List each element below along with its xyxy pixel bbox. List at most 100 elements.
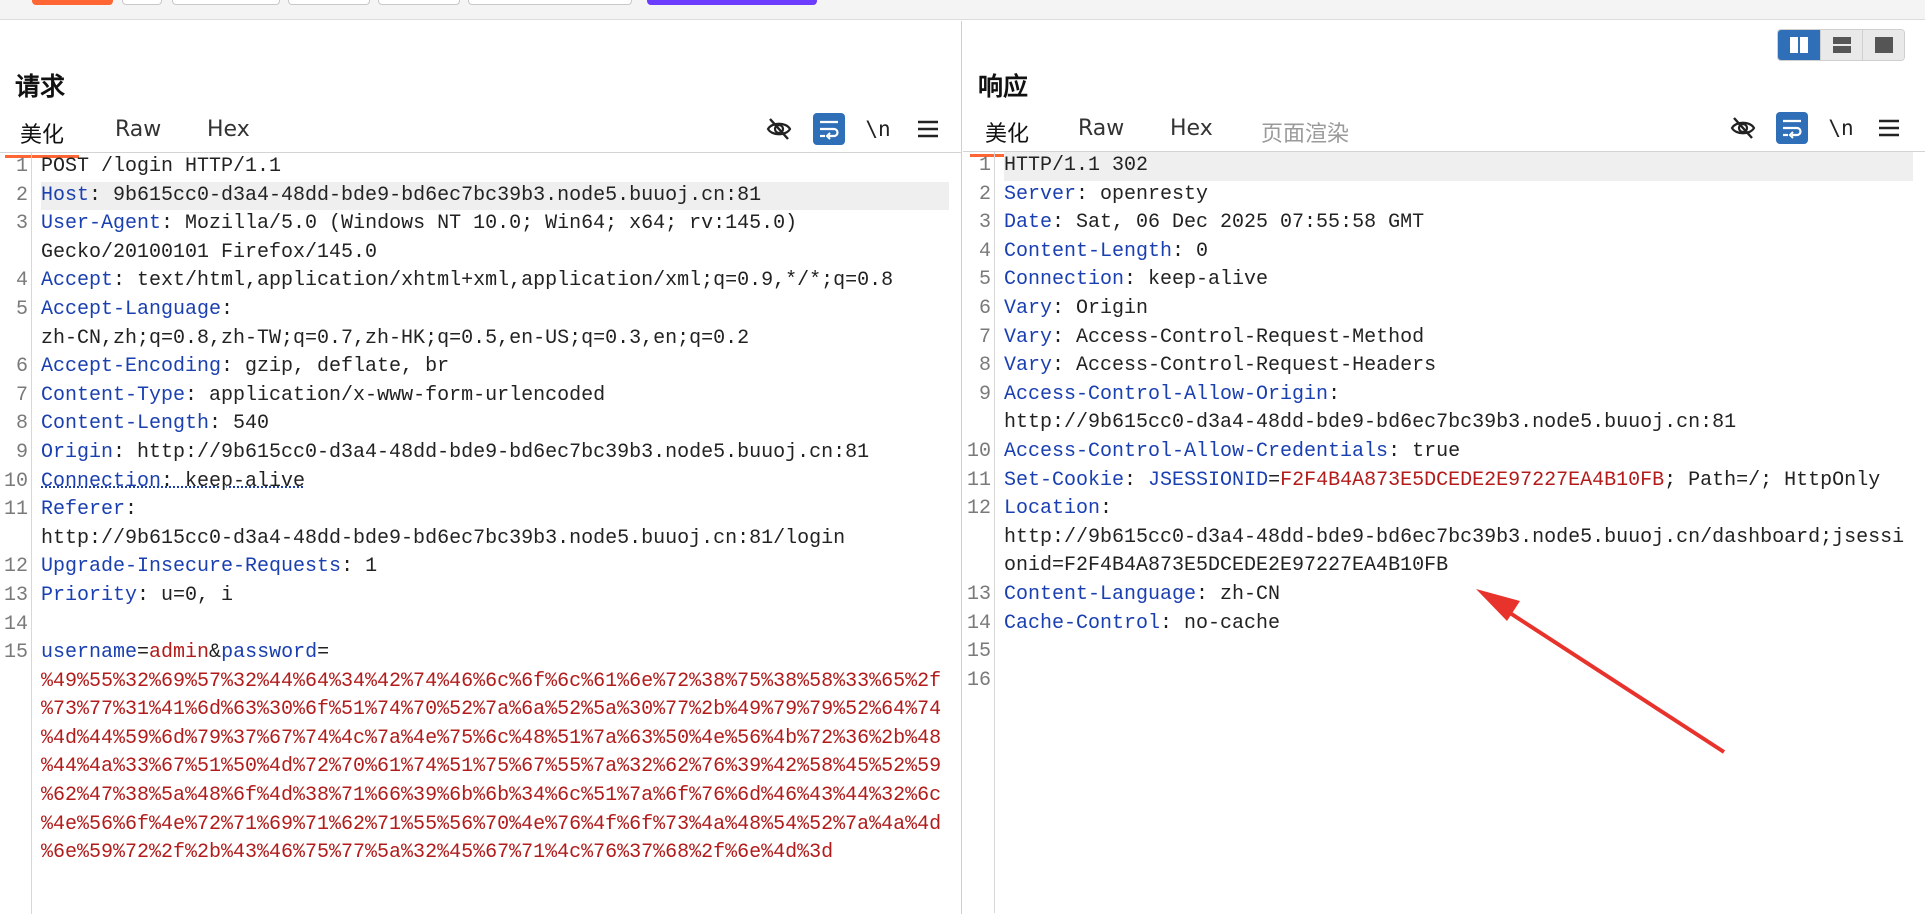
header-value: & [209,641,222,665]
line-number: 16 [966,668,991,692]
action-button[interactable] [647,0,817,5]
code-line[interactable]: Upgrade-Insecure-Requests: 1 [41,553,949,582]
code-line[interactable]: %4d%44%59%6d%79%37%67%74%4c%7a%4e%75%6c%… [41,725,949,754]
code-line[interactable]: Cache-Control: no-cache [1004,610,1913,639]
history-nav-button[interactable] [288,0,370,5]
header-value: %4d%44%59%6d%79%37%67%74%4c%7a%4e%75%6c%… [41,726,942,750]
newline-toggle[interactable]: \n [1825,112,1857,144]
code-line[interactable]: Date: Sat, 06 Dec 2025 07:55:58 GMT [1004,209,1913,238]
code-line[interactable]: Priority: u=0, i [41,582,949,611]
header-value: : 1 [341,555,378,579]
header-value: : Access-Control-Request-Headers [1052,354,1437,378]
request-title: 请求 [15,72,66,101]
code-line[interactable]: username=admin&password= [41,639,949,668]
header-name: Vary [1004,325,1053,349]
header-value: : keep-alive [1124,268,1269,292]
tab-raw[interactable]: Raw [115,117,161,142]
wrap-icon[interactable] [1776,112,1808,144]
request-pane: 请求 美化 Raw Hex \n 1 2 3 4 5 6 7 8 9 10 11 12 13 14 15 P… [0,21,962,914]
send-button[interactable] [32,0,113,5]
code-line[interactable]: zh-CN,zh;q=0.8,zh-TW;q=0.7,zh-HK;q=0.5,e… [41,325,949,354]
code-line[interactable]: Server: openresty [1004,181,1913,210]
code-line[interactable]: http://9b615cc0-d3a4-48dd-bde9-bd6ec7bc3… [1004,409,1913,438]
tab-raw[interactable]: Raw [1078,116,1124,141]
code-line[interactable]: Accept: text/html,application/xhtml+xml,… [41,267,949,296]
header-name: Content-Length [41,412,210,436]
code-line[interactable]: Vary: Access-Control-Request-Method [1004,324,1913,353]
header-name: password [221,641,318,665]
response-editor[interactable]: 1 2 3 4 5 6 7 8 9 10 11 12 13 14 15 16 HTTP/1.1 302 Serv… [963,152,1925,913]
code-line[interactable] [1004,667,1913,696]
code-line[interactable]: Connection: keep-alive [41,468,949,497]
header-value: : keep-alive [161,469,306,493]
code-line[interactable]: Referer: [41,496,949,525]
header-value: : [1328,382,1341,406]
code-line[interactable]: Accept-Language: [41,296,949,325]
tab-render[interactable]: 页面渲染 [1261,116,1349,148]
tab-hex[interactable]: Hex [207,117,250,142]
wrap-icon[interactable] [813,113,845,145]
line-number: 9 [978,382,991,406]
header-name: Referer [41,498,126,522]
code-line[interactable]: Set-Cookie: JSESSIONID=F2F4B4A873E5DCEDE… [1004,467,1913,496]
code-line[interactable]: Content-Type: application/x-www-form-url… [41,382,949,411]
single-pane-icon[interactable] [1862,30,1904,60]
header-name: Cache-Control [1004,611,1161,635]
code-line[interactable]: Content-Length: 540 [41,410,949,439]
code-line[interactable]: %4e%56%6f%4e%72%71%69%71%62%71%55%56%70%… [41,811,949,840]
header-value: = [1268,468,1281,492]
hamburger-menu-icon[interactable] [1873,112,1905,144]
target-field[interactable] [468,0,632,5]
tab-pretty[interactable]: 美化 [4,117,80,158]
code-line[interactable]: Connection: keep-alive [1004,266,1913,295]
line-number: 12 [3,555,28,579]
line-number: 2 [978,182,991,206]
header-value: : Origin [1052,296,1149,320]
response-code[interactable]: HTTP/1.1 302 Server: openresty Date: Sat, … [1004,152,1913,695]
header-value: : application/x-www-form-urlencoded [185,383,606,407]
tab-pretty[interactable]: 美化 [969,116,1045,157]
code-line[interactable] [1004,638,1913,667]
code-line[interactable]: Content-Language: zh-CN [1004,581,1913,610]
code-line[interactable]: Gecko/20100101 Firefox/145.0 [41,239,949,268]
line-number: 14 [3,612,28,636]
code-line[interactable]: %6e%59%72%2f%2b%43%46%75%77%5a%32%45%67%… [41,839,949,868]
line-number: 13 [3,584,28,607]
line-number: 10 [966,440,991,463]
code-line[interactable] [41,611,949,640]
code-line[interactable]: Content-Length: 0 [1004,238,1913,267]
request-code[interactable]: POST /login HTTP/1.1 Host: 9b615cc0-d3a4-… [41,153,949,868]
code-line[interactable]: POST /login HTTP/1.1 [41,153,949,182]
code-line[interactable]: Access-Control-Allow-Origin: [1004,381,1913,410]
tab-hex[interactable]: Hex [1170,116,1213,141]
header-value: : no-cache [1160,611,1281,635]
toolbar-button[interactable] [172,0,280,5]
code-line[interactable]: Vary: Origin [1004,295,1913,324]
header-name: Connection [1004,268,1125,292]
code-line[interactable]: %62%47%38%5a%48%6f%4d%38%71%66%39%6b%6b%… [41,782,949,811]
code-line[interactable]: Accept-Encoding: gzip, deflate, br [41,353,949,382]
history-nav-button[interactable] [378,0,460,5]
code-line[interactable]: Vary: Access-Control-Request-Headers [1004,352,1913,381]
code-line[interactable]: http://9b615cc0-d3a4-48dd-bde9-bd6ec7bc3… [41,525,949,554]
code-line[interactable]: %44%4a%33%67%51%50%4d%72%70%61%74%51%75%… [41,753,949,782]
code-line[interactable]: User-Agent: Mozilla/5.0 (Windows NT 10.0… [41,210,949,239]
code-line[interactable]: Origin: http://9b615cc0-d3a4-48dd-bde9-b… [41,439,949,468]
code-line[interactable]: onid=F2F4B4A873E5DCEDE2E97227EA4B10FB [1004,552,1913,581]
code-line[interactable]: %49%55%32%69%57%32%44%64%34%42%74%46%6c%… [41,668,949,697]
request-editor[interactable]: 1 2 3 4 5 6 7 8 9 10 11 12 13 14 15 POST /login HTTP/1… [0,153,961,914]
cancel-button[interactable] [122,0,162,5]
header-value: HTTP/1.1 302 [1004,154,1149,177]
code-line[interactable]: %73%77%31%41%6d%63%30%6f%51%74%70%52%7a%… [41,696,949,725]
newline-toggle[interactable]: \n [862,113,894,145]
code-line[interactable]: http://9b615cc0-d3a4-48dd-bde9-bd6ec7bc3… [1004,524,1913,553]
split-vertical-icon[interactable] [1820,30,1862,60]
eye-off-icon[interactable] [763,113,795,145]
code-line[interactable]: HTTP/1.1 302 [1004,152,1913,181]
split-horizontal-icon[interactable] [1778,30,1820,60]
hamburger-menu-icon[interactable] [912,113,944,145]
code-line[interactable]: Access-Control-Allow-Credentials: true [1004,438,1913,467]
eye-off-icon[interactable] [1727,112,1759,144]
code-line[interactable]: Host: 9b615cc0-d3a4-48dd-bde9-bd6ec7bc39… [41,181,949,211]
code-line[interactable]: Location: [1004,495,1913,524]
